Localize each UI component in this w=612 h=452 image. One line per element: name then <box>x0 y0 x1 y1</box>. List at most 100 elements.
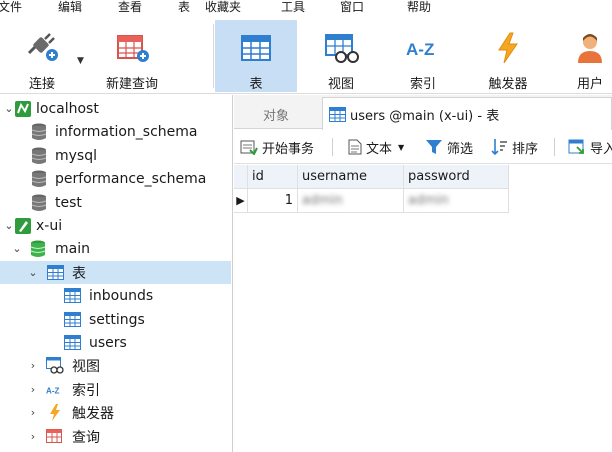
begin-transaction-label: 开始事务 <box>262 141 315 157</box>
table-icon <box>63 334 81 352</box>
chevron-right-icon[interactable]: › <box>28 384 38 395</box>
tree-label: inbounds <box>89 287 154 304</box>
trigger-button[interactable]: 触发器 <box>479 20 537 92</box>
sort-button[interactable]: 排序 <box>490 137 538 157</box>
query-icon <box>46 428 64 446</box>
tree-node-indexes[interactable]: › A-Z 索引 <box>0 378 231 401</box>
connection-tree: ⌄ localhost information_schema mysql per… <box>0 95 233 452</box>
menu-window[interactable]: 窗口 <box>340 0 364 15</box>
index-label: 索引 <box>409 77 436 92</box>
database-icon <box>30 123 48 141</box>
mysql-connection-icon <box>14 100 32 118</box>
tree-node-views[interactable]: › 视图 <box>0 354 231 377</box>
tree-label: 触发器 <box>72 405 114 422</box>
connect-dropdown-icon[interactable]: ▼ <box>77 56 84 66</box>
tree-node-triggers[interactable]: › 触发器 <box>0 401 231 424</box>
tree-label: test <box>55 194 82 211</box>
tree-node-x-ui[interactable]: ⌄ x-ui <box>0 214 231 237</box>
main-toolbar: 连接 ▼ 新建查询 表 视图 A-Z 索引 触发器 用户 <box>0 18 612 94</box>
tree-node-test[interactable]: test <box>0 191 231 214</box>
svg-text:A-Z: A-Z <box>46 386 60 395</box>
filter-button[interactable]: 筛选 <box>425 137 473 157</box>
table-button[interactable]: 表 <box>215 20 297 92</box>
column-header-username[interactable]: username <box>298 165 404 189</box>
tree-node-localhost[interactable]: ⌄ localhost <box>0 97 231 120</box>
chevron-right-icon[interactable]: › <box>28 407 38 418</box>
table-icon <box>46 264 64 282</box>
trigger-label: 触发器 <box>488 77 528 92</box>
connect-label: 连接 <box>28 77 55 92</box>
view-label: 视图 <box>327 77 354 92</box>
transaction-icon <box>240 139 258 155</box>
row-header-corner <box>234 165 248 189</box>
tree-node-tables[interactable]: ⌄ 表 <box>0 261 231 284</box>
tree-label: mysql <box>55 147 97 164</box>
text-button[interactable]: 文本 ▼ <box>348 137 404 157</box>
table-toolbar: 开始事务 文本 ▼ 筛选 排序 导入 <box>234 130 612 164</box>
connect-icon <box>23 28 61 67</box>
sqlite-connection-icon <box>14 217 32 235</box>
cell-password[interactable]: admin <box>404 189 509 213</box>
tree-node-mysql[interactable]: mysql <box>0 144 231 167</box>
user-button[interactable]: 用户 <box>566 20 612 92</box>
schema-icon <box>29 240 47 258</box>
sort-label: 排序 <box>512 141 539 157</box>
menu-table[interactable]: 表 <box>178 0 190 15</box>
menu-tools[interactable]: 工具 <box>281 0 305 15</box>
column-header-id[interactable]: id <box>248 165 298 189</box>
begin-transaction-button[interactable]: 开始事务 <box>240 137 314 157</box>
table-label: 表 <box>249 77 263 92</box>
toolbar-separator <box>332 138 333 156</box>
document-icon <box>348 139 362 155</box>
tree-node-performance-schema[interactable]: performance_schema <box>0 167 231 190</box>
tree-node-users[interactable]: users <box>0 331 231 354</box>
chevron-down-icon[interactable]: ⌄ <box>4 103 14 114</box>
menu-file[interactable]: 文件 <box>0 0 22 15</box>
chevron-down-icon[interactable]: ⌄ <box>12 243 22 254</box>
filter-label: 筛选 <box>447 141 474 157</box>
tree-label: 表 <box>72 265 86 282</box>
connect-button[interactable]: 连接 <box>14 20 70 92</box>
caret-down-icon[interactable]: ▼ <box>398 143 404 152</box>
table-icon <box>239 28 273 67</box>
database-icon <box>30 170 48 188</box>
table-icon <box>63 311 81 329</box>
tree-label: x-ui <box>36 217 63 234</box>
database-icon <box>30 194 48 212</box>
user-label: 用户 <box>576 77 603 92</box>
chevron-down-icon[interactable]: ⌄ <box>28 267 38 278</box>
new-query-button[interactable]: 新建查询 <box>99 20 165 92</box>
lightning-icon <box>46 404 64 422</box>
tree-label: settings <box>89 311 145 328</box>
cell-id[interactable]: 1 <box>248 189 298 213</box>
menu-favorites[interactable]: 收藏夹 <box>205 0 241 15</box>
tree-node-settings[interactable]: settings <box>0 308 231 331</box>
tree-node-information-schema[interactable]: information_schema <box>0 120 231 143</box>
tab-users-table[interactable]: users @main (x-ui) - 表 <box>322 97 612 130</box>
tree-node-main[interactable]: ⌄ main <box>0 237 231 260</box>
tree-label: 索引 <box>72 382 100 399</box>
index-button[interactable]: A-Z 索引 <box>396 20 450 93</box>
import-label: 导入 <box>590 141 612 157</box>
table-icon <box>63 287 81 305</box>
view-button[interactable]: 视图 <box>312 20 370 92</box>
view-icon <box>322 28 360 67</box>
chevron-down-icon[interactable]: ⌄ <box>4 220 14 231</box>
data-grid: id username password ▶ 1 admin admin <box>234 165 612 452</box>
chevron-right-icon[interactable]: › <box>28 360 38 371</box>
index-icon: A-Z <box>46 381 64 399</box>
import-button[interactable]: 导入 <box>568 137 612 157</box>
current-row-indicator[interactable]: ▶ <box>234 189 248 213</box>
menu-help[interactable]: 帮助 <box>407 0 431 15</box>
menu-edit[interactable]: 编辑 <box>58 0 82 15</box>
chevron-right-icon[interactable]: › <box>28 431 38 442</box>
toolbar-separator <box>554 138 555 156</box>
tree-node-inbounds[interactable]: inbounds <box>0 284 231 307</box>
column-header-password[interactable]: password <box>404 165 509 189</box>
cell-username[interactable]: admin <box>298 189 404 213</box>
tab-objects[interactable]: 对象 <box>234 99 318 129</box>
menu-view[interactable]: 查看 <box>118 0 142 15</box>
tree-label: main <box>55 240 90 257</box>
new-query-label: 新建查询 <box>105 77 158 92</box>
tree-node-queries[interactable]: › 查询 <box>0 425 231 448</box>
